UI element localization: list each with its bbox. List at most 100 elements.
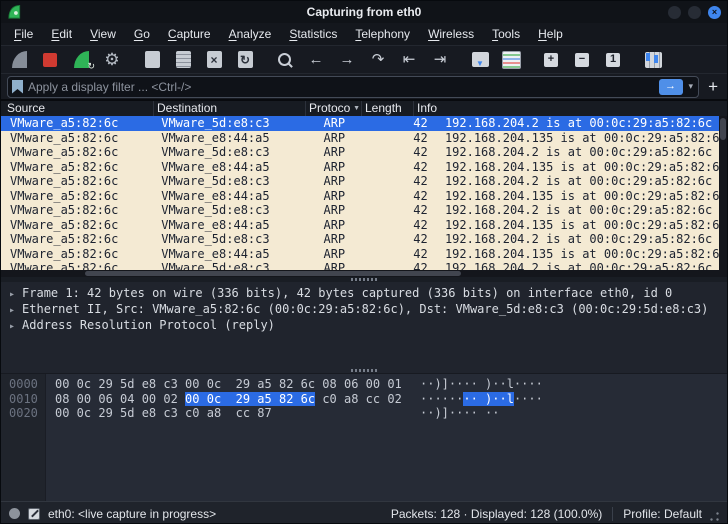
hex-ascii-pre: ··)]···· )··l···· bbox=[420, 377, 543, 391]
add-filter-button[interactable]: + bbox=[705, 78, 721, 95]
expert-info-icon[interactable] bbox=[9, 508, 20, 519]
menu-item-capture[interactable]: Capture bbox=[159, 24, 220, 44]
close-button[interactable]: × bbox=[708, 6, 721, 19]
menu-item-go[interactable]: Go bbox=[125, 24, 159, 44]
cell-info: 192.168.204.135 is at 00:0c:29:a5:82:6c … bbox=[443, 131, 727, 146]
find-packet-button[interactable] bbox=[273, 49, 297, 71]
packet-list-pane: Source ▼ Destination ▼ Protocol ▼ Length… bbox=[1, 101, 727, 277]
go-to-packet-button[interactable]: ↷ bbox=[366, 49, 390, 71]
packet-row[interactable]: VMware_a5:82:6c VMware_e8:44:a5 ARP 42 1… bbox=[1, 131, 727, 146]
menu-item-analyze[interactable]: Analyze bbox=[220, 24, 281, 44]
capture-comment-icon[interactable] bbox=[28, 508, 40, 520]
splitter-handle-icon bbox=[351, 369, 377, 372]
hex-line[interactable]: 001008 00 06 04 00 02 00 0c 29 a5 82 6c … bbox=[1, 392, 727, 407]
menu-item-view[interactable]: View bbox=[81, 24, 125, 44]
vertical-scrollbar-thumb[interactable] bbox=[720, 118, 726, 140]
hex-ascii[interactable]: ··)]···· )··l···· bbox=[420, 377, 543, 391]
zoom-100-button[interactable]: 1 bbox=[601, 49, 625, 71]
detail-tree-line[interactable]: ▸ Address Resolution Protocol (reply) bbox=[1, 317, 727, 333]
hex-ascii[interactable]: ········ )··l···· bbox=[420, 392, 543, 406]
hex-bytes[interactable]: 08 00 06 04 00 02 00 0c 29 a5 82 6c c0 a… bbox=[55, 392, 402, 407]
display-filter-field[interactable]: → ▾ bbox=[7, 76, 699, 98]
cell-protocol: ARP bbox=[320, 247, 376, 262]
chevron-down-icon: ▾ bbox=[689, 81, 694, 91]
packet-row[interactable]: VMware_a5:82:6c VMware_e8:44:a5 ARP 42 1… bbox=[1, 189, 727, 204]
open-file-button[interactable] bbox=[140, 49, 164, 71]
restart-capture-button[interactable] bbox=[69, 49, 93, 71]
packet-row[interactable]: VMware_a5:82:6c VMware_5d:e8:c3 ARP 42 1… bbox=[1, 174, 727, 189]
horizontal-scrollbar-thumb[interactable] bbox=[85, 271, 461, 276]
packet-list-horizontal-scrollbar[interactable] bbox=[1, 270, 719, 277]
reload-file-button[interactable]: ↻ bbox=[233, 49, 257, 71]
detail-line-text: Address Resolution Protocol (reply) bbox=[22, 318, 275, 332]
cell-destination: VMware_5d:e8:c3 bbox=[161, 203, 313, 218]
display-filter-input[interactable] bbox=[28, 80, 654, 94]
expand-triangle-icon[interactable]: ▸ bbox=[9, 289, 15, 300]
zoom-in-icon: + bbox=[548, 54, 554, 65]
packet-list-vertical-scrollbar[interactable] bbox=[719, 116, 727, 277]
packet-row[interactable]: VMware_a5:82:6c VMware_5d:e8:c3 ARP 42 1… bbox=[1, 116, 727, 131]
cell-source: VMware_a5:82:6c bbox=[1, 247, 154, 262]
save-file-button[interactable] bbox=[171, 49, 195, 71]
packet-row[interactable]: VMware_a5:82:6c VMware_5d:e8:c3 ARP 42 1… bbox=[1, 203, 727, 218]
column-header-source[interactable]: Source ▼ bbox=[1, 101, 154, 116]
arrow-right-icon: → bbox=[340, 52, 355, 67]
go-last-packet-button[interactable]: ⇥ bbox=[428, 49, 452, 71]
expand-triangle-icon[interactable]: ▸ bbox=[9, 321, 15, 332]
go-forward-button[interactable]: → bbox=[335, 49, 359, 71]
column-header-protocol[interactable]: Protocol ▼ bbox=[306, 101, 362, 116]
menu-item-statistics[interactable]: Statistics bbox=[280, 24, 346, 44]
maximize-button[interactable] bbox=[688, 6, 701, 19]
cell-source: VMware_a5:82:6c bbox=[1, 218, 154, 233]
packet-row[interactable]: VMware_a5:82:6c VMware_e8:44:a5 ARP 42 1… bbox=[1, 247, 727, 262]
column-header-info[interactable]: Info ▼ bbox=[414, 101, 727, 116]
menu-item-telephony[interactable]: Telephony bbox=[346, 24, 419, 44]
cell-length: 42 bbox=[384, 116, 436, 131]
menu-item-tools[interactable]: Tools bbox=[483, 24, 529, 44]
stop-capture-button[interactable] bbox=[38, 49, 62, 71]
cell-destination: VMware_e8:44:a5 bbox=[161, 218, 313, 233]
resize-columns-button[interactable] bbox=[641, 49, 665, 71]
cell-source: VMware_a5:82:6c bbox=[1, 116, 154, 131]
hex-offset: 0000 bbox=[1, 377, 45, 392]
hex-bytes[interactable]: 00 0c 29 5d e8 c3 c0 a8 cc 87 bbox=[55, 406, 402, 421]
detail-tree-line[interactable]: ▸Frame 1: 42 bytes on wire (336 bits), 4… bbox=[1, 285, 727, 301]
arrow-left-icon: ← bbox=[309, 52, 324, 67]
colorize-button[interactable] bbox=[499, 49, 523, 71]
packet-row[interactable]: VMware_a5:82:6c VMware_5d:e8:c3 ARP 42 1… bbox=[1, 232, 727, 247]
menu-item-file[interactable]: File bbox=[5, 24, 42, 44]
detail-tree-line[interactable]: ▸Ethernet II, Src: VMware_a5:82:6c (00:0… bbox=[1, 301, 727, 317]
cell-source: VMware_a5:82:6c bbox=[1, 232, 154, 247]
zoom-out-button[interactable]: − bbox=[570, 49, 594, 71]
capture-options-button[interactable]: ⚙ bbox=[100, 49, 124, 71]
cell-info: 192.168.204.135 is at 00:0c:29:a5:82:6c … bbox=[443, 160, 727, 175]
start-capture-button[interactable] bbox=[7, 49, 31, 71]
packet-row[interactable]: VMware_a5:82:6c VMware_5d:e8:c3 ARP 42 1… bbox=[1, 145, 727, 160]
filter-apply-dropdown-caret[interactable]: ▾ bbox=[688, 81, 695, 92]
hex-ascii[interactable]: ··)]···· ·· bbox=[420, 406, 499, 420]
column-header-length[interactable]: Length ▼ bbox=[362, 101, 414, 116]
auto-scroll-button[interactable] bbox=[468, 49, 492, 71]
packet-row[interactable]: VMware_a5:82:6c VMware_e8:44:a5 ARP 42 1… bbox=[1, 218, 727, 233]
packet-row[interactable]: VMware_a5:82:6c VMware_e8:44:a5 ARP 42 1… bbox=[1, 160, 727, 175]
cell-info: 192.168.204.2 is at 00:0c:29:a5:82:6c bbox=[443, 116, 712, 131]
apply-arrow-icon: → bbox=[665, 80, 676, 92]
go-back-button[interactable]: ← bbox=[304, 49, 328, 71]
profile-text[interactable]: Profile: Default bbox=[623, 507, 702, 521]
hex-line[interactable]: 0000 00 0c 29 5d e8 c3 00 0c 29 a5 82 6c … bbox=[1, 377, 727, 392]
hex-bytes[interactable]: 00 0c 29 5d e8 c3 00 0c 29 a5 82 6c 08 0… bbox=[55, 377, 402, 392]
close-file-button[interactable]: × bbox=[202, 49, 226, 71]
hex-line[interactable]: 002000 0c 29 5d e8 c3 c0 a8 cc 87··)]···… bbox=[1, 406, 727, 421]
zoom-in-button[interactable]: + bbox=[539, 49, 563, 71]
menu-item-wireless[interactable]: Wireless bbox=[419, 24, 483, 44]
expand-triangle-icon[interactable]: ▸ bbox=[9, 305, 15, 316]
go-first-packet-button[interactable]: ⇤ bbox=[397, 49, 421, 71]
bookmark-icon[interactable] bbox=[12, 80, 23, 94]
resize-grip[interactable] bbox=[710, 512, 719, 521]
minimize-button[interactable] bbox=[668, 6, 681, 19]
apply-filter-button[interactable]: → bbox=[659, 79, 683, 95]
hex-bytes-highlight: 00 0c 29 a5 82 6c bbox=[185, 392, 315, 406]
menu-item-help[interactable]: Help bbox=[529, 24, 572, 44]
column-header-destination[interactable]: Destination ▼ bbox=[154, 101, 306, 116]
menu-item-edit[interactable]: Edit bbox=[42, 24, 81, 44]
